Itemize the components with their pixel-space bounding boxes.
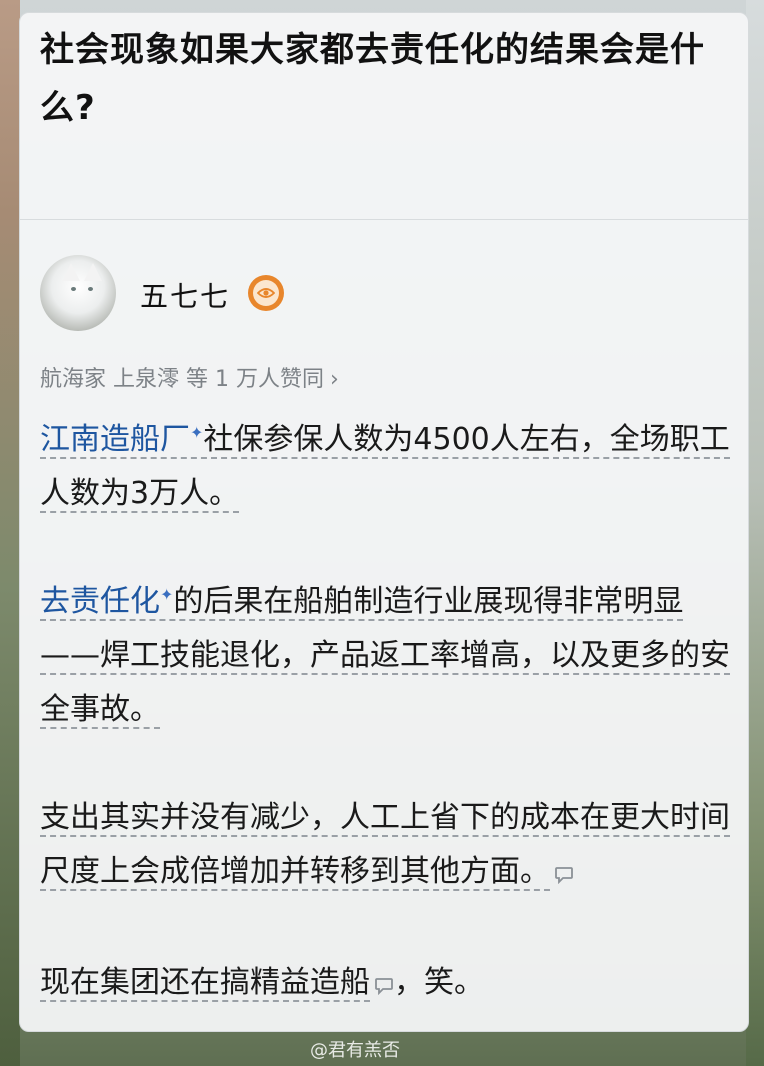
eye-icon (253, 280, 279, 306)
question-title[interactable]: 社会现象如果大家都去责任化的结果会是什么? (40, 21, 730, 137)
avatar-eye-left (71, 287, 76, 291)
avatar-eye-right (88, 287, 93, 291)
endorsement-line[interactable]: 航海家 上泉澪 等 1 万人赞同 › (40, 361, 339, 393)
answer-card: 社会现象如果大家都去责任化的结果会是什么? 五七七 航海家 上泉澪 等 1 万人… (19, 12, 749, 1032)
comment-icon[interactable] (374, 959, 394, 1013)
paragraph-4-text-b: ，笑。 (394, 965, 484, 1000)
endorsement-text: 航海家 上泉澪 等 1 万人赞同 (40, 367, 324, 392)
background-left-strip (0, 0, 20, 1066)
divider (20, 219, 748, 220)
sparkle-icon: ✦ (190, 423, 204, 442)
paragraph-2: 去责任化✦的后果在船舶制造行业展现得非常明显——焊工技能退化，产品返工率增高，以… (40, 575, 740, 737)
link-de-responsibility[interactable]: 去责任化 (40, 584, 160, 619)
answer-content: 江南造船厂✦社保参保人数为4500人左右，全场职工人数为3万人。 去责任化✦的后… (40, 413, 740, 1013)
paragraph-4-text-a: 现在集团还在搞精益造船 (40, 965, 370, 1000)
sparkle-icon: ✦ (160, 585, 174, 604)
avatar[interactable] (40, 255, 116, 331)
paragraph-4: 现在集团还在搞精益造船 ，笑。 (40, 956, 740, 1013)
link-jiangnan-shipyard[interactable]: 江南造船厂 (40, 422, 190, 457)
avatar-ear-left (62, 263, 80, 281)
chevron-right-icon: › (329, 367, 339, 392)
paragraph-1: 江南造船厂✦社保参保人数为4500人左右，全场职工人数为3万人。 (40, 413, 740, 521)
watermark: @君有羔否 (310, 1040, 400, 1061)
comment-icon[interactable] (554, 848, 574, 902)
paragraph-3: 支出其实并没有减少，人工上省下的成本在更大时间尺度上会成倍增加并转移到其他方面。 (40, 791, 740, 902)
avatar-ear-right (84, 263, 102, 281)
author-badge[interactable] (248, 275, 284, 311)
author-name[interactable]: 五七七 (140, 275, 230, 315)
paragraph-3-text: 支出其实并没有减少，人工上省下的成本在更大时间尺度上会成倍增加并转移到其他方面。 (40, 800, 730, 889)
